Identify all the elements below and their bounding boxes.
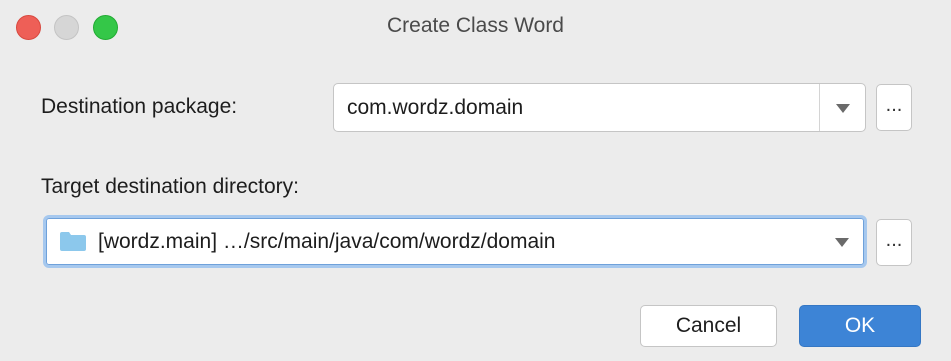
window-title: Create Class Word xyxy=(386,14,564,37)
target-directory-label: Target destination directory: xyxy=(41,175,299,198)
chevron-down-icon[interactable] xyxy=(836,104,850,113)
destination-package-label: Destination package: xyxy=(41,95,238,118)
destination-package-value[interactable]: com.wordz.domain xyxy=(347,96,523,120)
chevron-down-icon[interactable] xyxy=(835,238,849,247)
target-directory-combobox[interactable]: [wordz.main] …/src/main/java/com/wordz/d… xyxy=(43,215,867,268)
browse-directory-button[interactable]: ... xyxy=(876,219,912,266)
target-directory-value[interactable]: [wordz.main] …/src/main/java/com/wordz/d… xyxy=(98,230,555,254)
folder-icon xyxy=(60,232,86,251)
dialog-window: Create Class Word Destination package: c… xyxy=(0,0,951,361)
cancel-button[interactable]: Cancel xyxy=(640,305,777,347)
combo-divider xyxy=(819,84,820,131)
browse-package-button[interactable]: ... xyxy=(876,84,912,131)
title-bar: Create Class Word xyxy=(0,0,951,58)
ok-button[interactable]: OK xyxy=(799,305,921,347)
destination-package-combobox[interactable]: com.wordz.domain xyxy=(333,83,866,132)
